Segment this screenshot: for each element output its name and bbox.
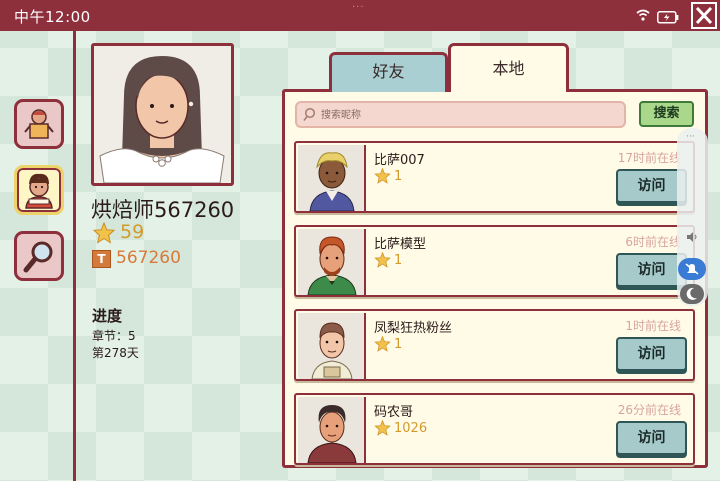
player-name: 比萨007 — [374, 153, 425, 168]
player-name: 比萨模型 — [374, 237, 427, 252]
player-stars: 1 — [394, 337, 403, 352]
player-name: 码农哥 — [374, 405, 414, 420]
profile-icon — [25, 173, 53, 209]
sidebar-divider — [73, 31, 76, 481]
sidebar-item-profile[interactable] — [14, 165, 64, 215]
star-icon — [374, 419, 391, 440]
player-stars: 1 — [394, 253, 403, 268]
tab-local[interactable]: 本地 — [448, 43, 569, 92]
star-icon — [92, 221, 116, 244]
player-row: 比萨模型 1 6时前在线 访问 — [294, 225, 695, 297]
last-online: 1时前在线 — [625, 319, 681, 333]
mute-notifications-icon[interactable] — [678, 258, 706, 284]
last-online: 17时前在线 — [617, 151, 681, 165]
wifi-icon — [636, 7, 650, 26]
status-bar: 中午12:00 ··· — [0, 0, 720, 31]
star-icon — [374, 167, 391, 188]
star-icon — [374, 251, 391, 272]
player-avatar — [298, 145, 366, 211]
search-icon — [303, 107, 316, 126]
player-row: 码农哥 1026 26分前在线 访问 — [294, 393, 695, 465]
close-icon — [695, 6, 713, 25]
night-mode-icon[interactable] — [680, 284, 704, 308]
player-avatar — [99, 56, 225, 183]
star-icon — [374, 335, 391, 356]
search-field[interactable] — [295, 101, 626, 128]
visit-button[interactable]: 访问 — [616, 421, 687, 455]
clock: 中午12:00 — [14, 8, 91, 26]
last-online: 6时前在线 — [625, 235, 681, 249]
player-avatar — [298, 229, 366, 295]
sidebar-item-search[interactable] — [14, 231, 64, 281]
day-label: 第278天 — [92, 346, 139, 360]
player-stars-count: 59 — [120, 221, 145, 243]
player-row: 比萨007 1 17时前在线 访问 — [294, 141, 695, 213]
player-name: 凤梨狂热粉丝 — [374, 321, 453, 336]
chapter-label: 章节：5 — [92, 329, 136, 343]
player-stars: 59 — [92, 221, 144, 244]
close-button[interactable] — [691, 2, 717, 29]
player-row: 凤梨狂热粉丝 1 1时前在线 访问 — [294, 309, 695, 381]
tab-friends[interactable]: 好友 — [329, 52, 448, 92]
search-input[interactable] — [321, 106, 621, 124]
coin-icon: T — [92, 250, 111, 268]
sidebar-item-recipes[interactable] — [14, 99, 64, 149]
player-coins-count: 567260 — [116, 248, 181, 268]
player-name: 烘焙师567260 — [91, 198, 235, 222]
search-button[interactable]: 搜索 — [639, 101, 694, 127]
magnifier-icon — [23, 241, 53, 273]
player-stars: 1026 — [394, 421, 428, 436]
volume-icon[interactable] — [686, 231, 698, 246]
player-avatar — [298, 397, 366, 463]
recipes-icon — [24, 109, 54, 139]
player-stars: 1 — [394, 169, 403, 184]
floating-toolbar[interactable]: ··· — [677, 128, 708, 306]
window-grab-handle[interactable]: ··· — [352, 2, 365, 13]
progress-title: 进度 — [92, 307, 123, 325]
player-portrait — [91, 43, 234, 186]
battery-icon — [657, 9, 679, 28]
player-avatar — [298, 313, 366, 379]
last-online: 26分前在线 — [617, 403, 681, 417]
visit-button[interactable]: 访问 — [616, 337, 687, 371]
overlay-menu-dots[interactable]: ··· — [686, 132, 695, 142]
